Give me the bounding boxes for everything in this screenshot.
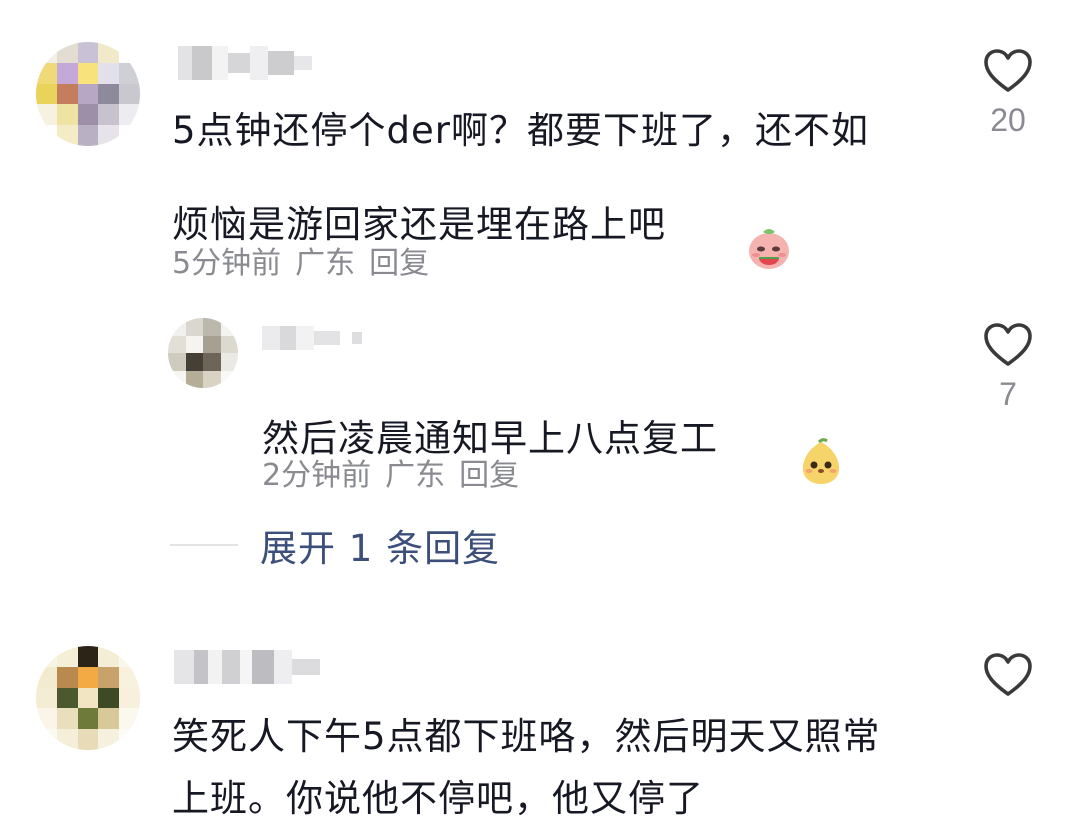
reply-location: 广东 bbox=[385, 458, 446, 493]
reply-button[interactable]: 回复 bbox=[459, 450, 519, 494]
username-redacted[interactable] bbox=[178, 46, 312, 80]
heart-outline-icon bbox=[984, 49, 1032, 92]
like-count: 7 bbox=[999, 376, 1017, 412]
like-button[interactable]: 7 bbox=[968, 322, 1048, 413]
reply-time: 2分钟前 bbox=[262, 458, 372, 493]
avatar[interactable] bbox=[168, 318, 238, 388]
pear-face-icon bbox=[720, 376, 845, 505]
expand-replies-label: 展开 1 条回复 bbox=[260, 527, 501, 570]
avatar[interactable] bbox=[36, 42, 140, 146]
reply-meta: 2分钟前 广东 回复 bbox=[262, 450, 519, 494]
heart-outline-icon bbox=[984, 323, 1032, 366]
comment-location: 广东 bbox=[295, 246, 356, 281]
avatar[interactable] bbox=[36, 646, 140, 750]
like-count: 20 bbox=[990, 102, 1026, 138]
heart-outline-icon bbox=[984, 653, 1032, 696]
expand-replies-button[interactable]: 展开 1 条回复 bbox=[170, 518, 500, 572]
username-redacted[interactable] bbox=[174, 650, 320, 684]
watermelon-face-icon bbox=[668, 162, 793, 291]
comment-meta: 5分钟前 广东 回复 bbox=[172, 238, 429, 282]
reply-button[interactable]: 回复 bbox=[369, 238, 429, 282]
like-button[interactable]: 20 bbox=[968, 48, 1048, 139]
comment-time: 5分钟前 bbox=[172, 246, 282, 281]
divider-line bbox=[170, 544, 238, 546]
username-redacted[interactable] bbox=[262, 326, 362, 350]
like-button[interactable] bbox=[968, 652, 1048, 698]
comment-text: 笑死人下午5点都下班咯，然后明天又照常 上班。你说他不停吧，他又停了 bbox=[172, 715, 881, 820]
